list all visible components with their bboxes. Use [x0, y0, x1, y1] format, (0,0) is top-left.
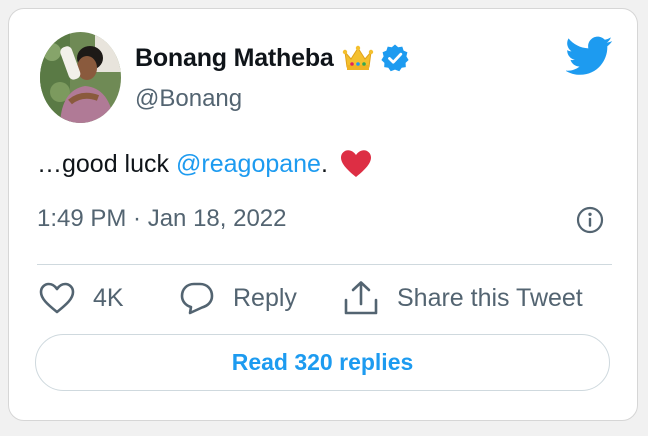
tweet-text-suffix: .: [320, 149, 328, 178]
info-icon[interactable]: [575, 205, 605, 235]
crown-emoji-icon: [342, 43, 374, 73]
verified-badge-icon: [380, 43, 410, 73]
twitter-bird-icon[interactable]: [565, 36, 613, 76]
read-replies-button[interactable]: Read 320 replies: [35, 334, 610, 391]
avatar-image: [40, 32, 121, 123]
share-button[interactable]: Share this Tweet: [341, 278, 583, 318]
red-heart-emoji-icon: [340, 149, 372, 179]
share-label: Share this Tweet: [397, 283, 583, 312]
like-count: 4K: [93, 283, 124, 312]
tweet-text: …good luck @reagopane .: [37, 149, 372, 179]
share-upload-icon: [344, 281, 378, 315]
author-display-name[interactable]: Bonang Matheba: [135, 44, 334, 73]
like-button[interactable]: 4K: [37, 278, 124, 318]
author-handle[interactable]: @Bonang: [135, 85, 242, 113]
mention-link[interactable]: @reagopane: [176, 150, 321, 179]
divider: [37, 264, 612, 265]
reply-label: Reply: [233, 283, 297, 312]
tweet-actions: 4K Reply Share this Tweet: [37, 278, 617, 318]
avatar[interactable]: [40, 32, 121, 123]
tweet-card: Bonang Matheba @Bonang …good luck @reago…: [8, 8, 638, 421]
reply-button[interactable]: Reply: [177, 278, 297, 318]
tweet-text-prefix: …good luck: [37, 149, 170, 178]
heart-outline-icon: [39, 282, 75, 314]
tweet-timestamp[interactable]: 1:49 PM · Jan 18, 2022: [37, 205, 287, 233]
reply-bubble-icon: [180, 282, 214, 315]
author-name-row[interactable]: Bonang Matheba: [135, 41, 410, 75]
